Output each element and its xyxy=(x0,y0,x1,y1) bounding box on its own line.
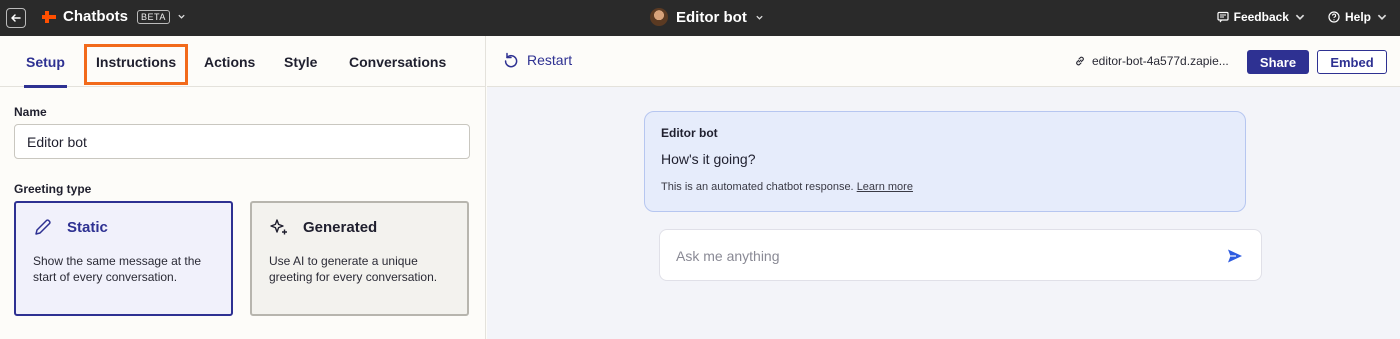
disclaimer-text: This is an automated chatbot response. xyxy=(661,181,854,193)
tab-conversations[interactable]: Conversations xyxy=(349,36,446,87)
feedback-label: Feedback xyxy=(1233,10,1289,24)
share-button[interactable]: Share xyxy=(1247,50,1309,74)
top-bar: Chatbots BETA Editor bot Feedback Help xyxy=(0,0,1400,36)
learn-more-link[interactable]: Learn more xyxy=(857,181,913,193)
settings-tabs: Setup Instructions Actions Style Convers… xyxy=(0,36,486,88)
message-sender: Editor bot xyxy=(661,126,718,140)
chevron-down-icon xyxy=(756,15,763,20)
tab-setup[interactable]: Setup xyxy=(24,36,67,88)
app-name: Chatbots xyxy=(63,8,128,25)
chat-input-box xyxy=(659,229,1262,281)
zapier-logo-icon xyxy=(42,10,56,23)
generated-card-description: Use AI to generate a unique greeting for… xyxy=(269,254,438,284)
restart-icon xyxy=(504,52,518,68)
static-card-title: Static xyxy=(67,218,108,236)
sparkles-icon xyxy=(270,219,287,235)
link-icon xyxy=(1076,56,1084,66)
name-label: Name xyxy=(14,105,47,119)
help-label: Help xyxy=(1344,10,1371,24)
chevron-down-icon xyxy=(1377,14,1387,20)
settings-panel: Setup Instructions Actions Style Convers… xyxy=(0,36,486,339)
generated-card-title: Generated xyxy=(303,218,378,236)
static-card-description: Show the same message at the start of ev… xyxy=(33,254,202,284)
message-disclaimer: This is an automated chatbot response. L… xyxy=(661,181,1229,193)
help-icon xyxy=(1328,11,1340,23)
preview-header: Restart editor-bot-4a577d.zapie... Share… xyxy=(487,36,1400,87)
highlight-annotation xyxy=(84,44,188,85)
greeting-type-label: Greeting type xyxy=(14,182,92,196)
bot-title: Editor bot xyxy=(676,8,747,26)
tab-style[interactable]: Style xyxy=(284,36,317,87)
bot-title-dropdown[interactable]: Editor bot xyxy=(650,8,764,26)
chevron-down-icon xyxy=(1295,14,1305,20)
bot-url: editor-bot-4a577d.zapie... xyxy=(1092,54,1229,68)
beta-badge: BETA xyxy=(137,9,170,24)
embed-button[interactable]: Embed xyxy=(1317,50,1387,74)
arrow-left-icon xyxy=(11,14,21,22)
app-switcher[interactable]: Chatbots BETA xyxy=(42,8,186,25)
bot-message-bubble: Editor bot How's it going? This is an au… xyxy=(644,111,1246,212)
message-text: How's it going? xyxy=(661,151,756,167)
restart-label: Restart xyxy=(527,52,573,68)
chevron-down-icon xyxy=(178,14,185,19)
bot-avatar xyxy=(650,8,668,26)
chat-input[interactable] xyxy=(676,244,1216,268)
name-field[interactable] xyxy=(14,124,470,159)
restart-button[interactable]: Restart xyxy=(503,52,572,68)
greeting-static-card[interactable]: Static Show the same message at the star… xyxy=(14,201,233,316)
preview-panel: Restart editor-bot-4a577d.zapie... Share… xyxy=(487,36,1400,339)
pencil-icon xyxy=(35,219,51,235)
feedback-button[interactable]: Feedback xyxy=(1217,10,1306,24)
back-button[interactable] xyxy=(6,8,26,28)
tab-actions[interactable]: Actions xyxy=(204,36,255,87)
help-button[interactable]: Help xyxy=(1328,10,1388,24)
feedback-icon xyxy=(1217,11,1229,23)
greeting-generated-card[interactable]: Generated Use AI to generate a unique gr… xyxy=(250,201,469,316)
send-icon[interactable] xyxy=(1226,247,1244,265)
bot-url-link[interactable]: editor-bot-4a577d.zapie... xyxy=(1074,54,1229,68)
